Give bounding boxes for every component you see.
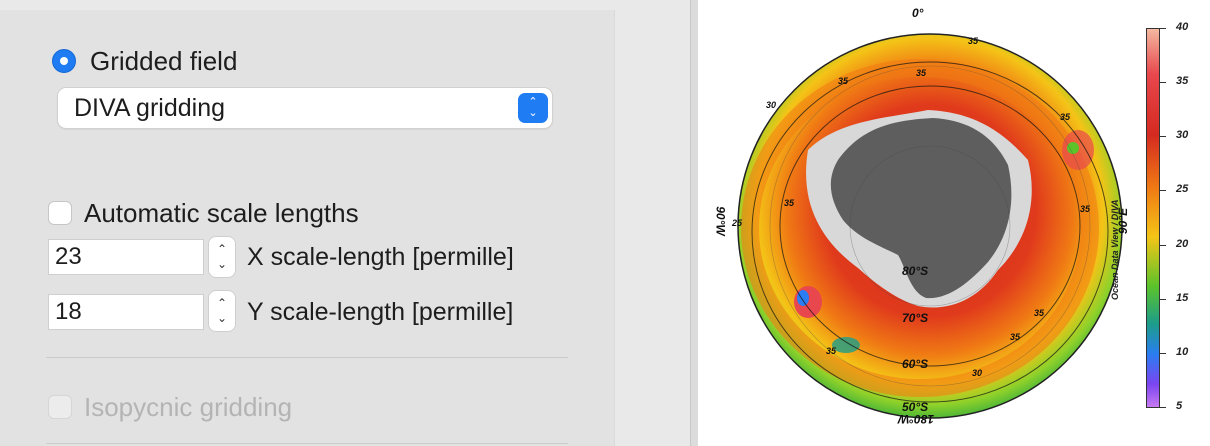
colorbar-tick-label: 30 xyxy=(1176,129,1189,142)
colorbar-tick-mark xyxy=(1160,244,1166,246)
contour-label: 35 xyxy=(838,76,849,86)
contour-label: 30 xyxy=(766,100,777,110)
separator-bottom xyxy=(46,443,568,444)
contour-label: 35 xyxy=(968,36,979,46)
gridded-field-radio[interactable] xyxy=(52,49,76,73)
colorbar-tick-mark xyxy=(1160,28,1166,29)
colorbar-tick-label: 10 xyxy=(1176,345,1189,358)
gridding-method-select[interactable]: DIVA gridding ⌃ ⌄ xyxy=(58,88,552,128)
lat-80-label: 80°S xyxy=(902,264,929,278)
lat-50-label: 50°S xyxy=(902,400,929,414)
colorbar-tick-mark xyxy=(1160,352,1166,354)
x-scale-label: X scale-length [permille] xyxy=(247,243,514,271)
colorbar xyxy=(1146,28,1160,408)
lon-bottom-label: 180°W xyxy=(898,412,935,426)
contour-label: 35 xyxy=(916,68,927,78)
contour-label: 35 xyxy=(826,346,837,356)
y-scale-label: Y scale-length [permille] xyxy=(247,298,514,326)
colorbar-tick-label: 5 xyxy=(1176,400,1183,412)
colorbar-tick-mark xyxy=(1160,82,1166,84)
x-scale-stepper[interactable]: ⌃ ⌄ xyxy=(209,237,235,277)
gridded-field-label: Gridded field xyxy=(90,46,238,76)
contour-label: 35 xyxy=(1080,204,1091,214)
contour-label: 35 xyxy=(1010,332,1021,342)
select-chevron-icon[interactable]: ⌃ ⌄ xyxy=(518,93,548,123)
colorbar-tick-mark xyxy=(1160,136,1166,138)
colorbar-tick-label: 25 xyxy=(1176,183,1189,196)
colorbar-tick-label: 35 xyxy=(1176,75,1189,88)
lat-70-label: 70°S xyxy=(902,311,929,325)
auto-scale-option[interactable]: Automatic scale lengths xyxy=(48,198,359,228)
y-scale-input[interactable]: 18 xyxy=(48,294,204,330)
colorbar-tick-label: 40 xyxy=(1176,21,1189,33)
map-preview-pane: 0° 90°W 90°E 180°W 80°S 70°S 60°S 50°S 3… xyxy=(698,0,1210,446)
y-scale-stepper[interactable]: ⌃ ⌄ xyxy=(209,291,235,331)
auto-scale-label: Automatic scale lengths xyxy=(84,198,359,228)
colorbar-tick-label: 15 xyxy=(1176,291,1189,304)
credit-text: Ocean Data View / DIVA xyxy=(1110,199,1120,300)
colorbar-tick-mark xyxy=(1160,190,1166,192)
contour-label: 35 xyxy=(1034,308,1045,318)
auto-scale-checkbox[interactable] xyxy=(48,201,72,225)
gridding-method-value: DIVA gridding xyxy=(74,93,226,122)
colorbar-tick-label: 20 xyxy=(1176,237,1189,250)
isopycnic-checkbox xyxy=(48,395,72,419)
contour-label: 30 xyxy=(972,368,983,378)
contour-label: 35 xyxy=(784,198,795,208)
isopycnic-option: Isopycnic gridding xyxy=(48,392,292,422)
isopycnic-label: Isopycnic gridding xyxy=(84,392,293,422)
lat-60-label: 60°S xyxy=(902,357,929,371)
gridding-settings-pane: Gridded field DIVA gridding ⌃ ⌄ Automatic… xyxy=(0,0,690,446)
lon-top-label: 0° xyxy=(912,6,924,20)
polar-map xyxy=(737,33,1123,419)
gridded-field-option[interactable]: Gridded field xyxy=(52,46,237,76)
contour-label: 35 xyxy=(1060,112,1071,122)
colorbar-tick-mark xyxy=(1160,407,1166,408)
colorbar-tick-mark xyxy=(1160,298,1166,300)
gridding-group-box: Gridded field DIVA gridding ⌃ ⌄ Automatic… xyxy=(0,10,615,446)
separator xyxy=(46,357,568,358)
x-scale-input[interactable]: 23 xyxy=(48,239,204,275)
lon-left-label: 90°W xyxy=(713,206,728,236)
contour-label: 25 xyxy=(732,218,743,228)
